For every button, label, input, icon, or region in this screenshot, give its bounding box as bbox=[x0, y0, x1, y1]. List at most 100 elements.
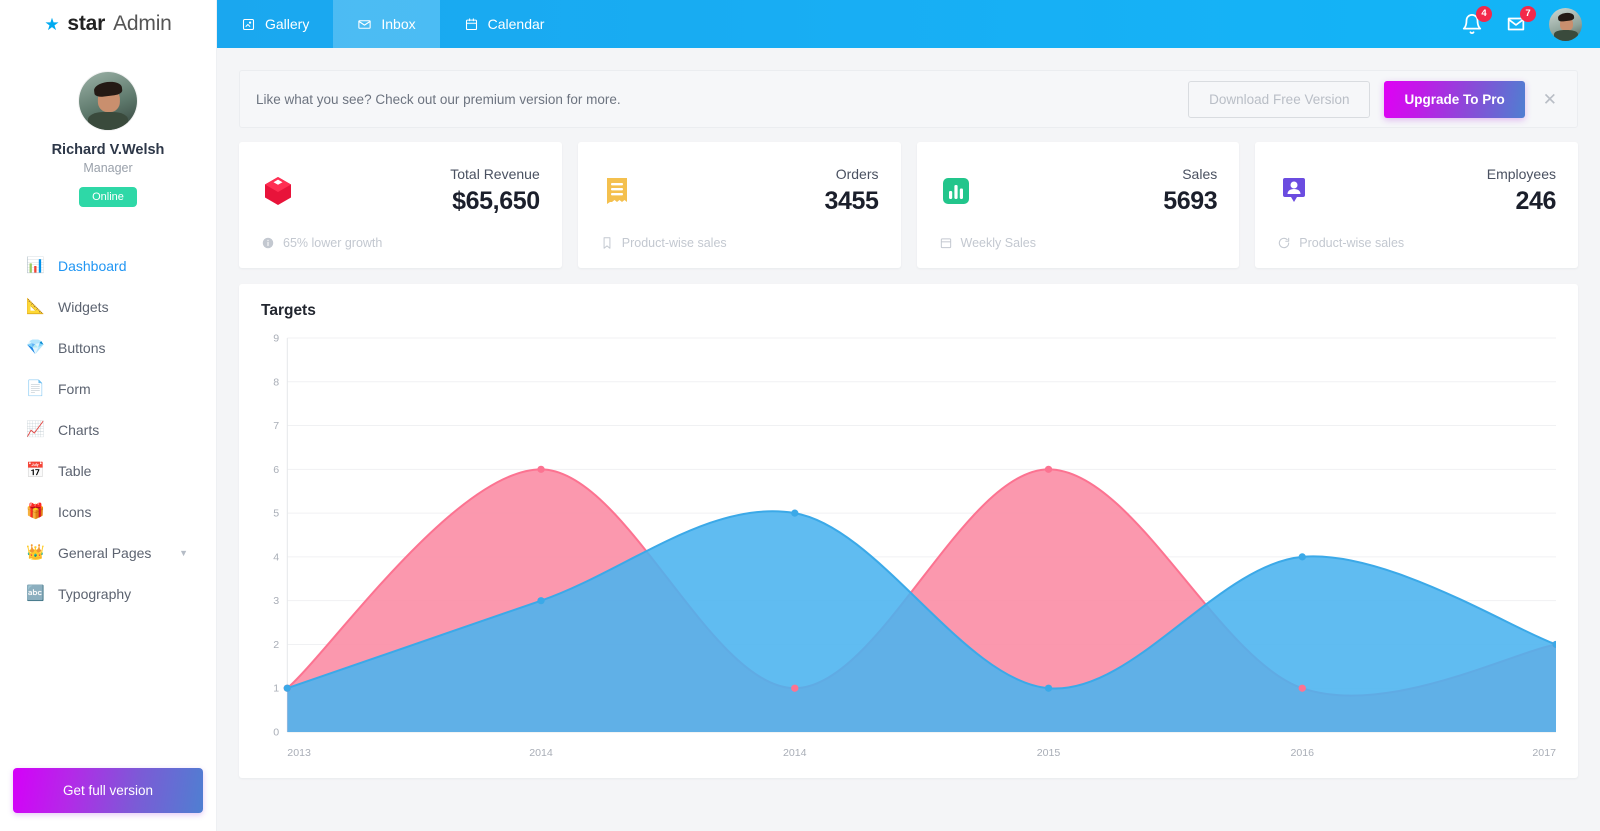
stat-card-top: Orders 3455 bbox=[600, 166, 879, 216]
targets-panel: Targets 0 1 2 3 4 5 6 7 8 9 2013 2014 2014 2015 2016 20… bbox=[239, 283, 1578, 778]
receipt-icon bbox=[606, 177, 627, 204]
chevron-down-icon[interactable]: ▼ bbox=[179, 548, 188, 558]
messages-badge: 7 bbox=[1520, 6, 1536, 22]
stat-card-footer-label: Product-wise sales bbox=[621, 235, 727, 250]
red-box-icon bbox=[265, 176, 291, 205]
stat-card-top: Employees 246 bbox=[1277, 166, 1556, 216]
star-icon: ★ bbox=[44, 14, 60, 34]
svg-text:2: 2 bbox=[273, 639, 279, 651]
stat-card-values: Sales 5693 bbox=[1163, 166, 1217, 216]
refresh-icon bbox=[1279, 237, 1290, 248]
svg-text:0: 0 bbox=[273, 726, 279, 738]
stat-card-value: 5693 bbox=[1163, 186, 1218, 215]
info-icon bbox=[262, 237, 274, 249]
sidebar-item-general-pages[interactable]: 👑 General Pages ▼ bbox=[0, 532, 216, 573]
stat-card-values: Orders 3455 bbox=[824, 166, 878, 216]
typography-icon: 🔤 bbox=[26, 585, 45, 602]
sidebar-item-dashboard[interactable]: 📊 Dashboard bbox=[0, 245, 216, 286]
targets-chart: 0 1 2 3 4 5 6 7 8 9 2013 2014 2014 2015 2016 2017 bbox=[261, 328, 1556, 768]
sidebar-item-typography[interactable]: 🔤 Typography bbox=[0, 573, 216, 614]
stat-card-label: Sales bbox=[1182, 166, 1218, 182]
notifications-button[interactable]: 4 bbox=[1461, 6, 1492, 35]
stat-card: Employees 246 Product-wise sales bbox=[1255, 142, 1578, 268]
user-avatar[interactable] bbox=[1549, 7, 1582, 41]
promo-banner-text: Like what you see? Check out our premium… bbox=[256, 91, 621, 107]
calendar-icon bbox=[940, 238, 951, 248]
get-full-version-button[interactable]: Get full version bbox=[13, 768, 203, 813]
stat-card: Sales 5693 Weekly Sales bbox=[916, 142, 1240, 268]
stat-card-value: 3455 bbox=[824, 186, 879, 215]
envelope-icon bbox=[358, 19, 372, 29]
tab-label: Gallery bbox=[265, 16, 310, 32]
svg-text:1: 1 bbox=[273, 683, 279, 695]
stat-card-label: Total Revenue bbox=[450, 166, 540, 182]
download-free-version-button[interactable]: Download Free Version bbox=[1188, 80, 1371, 118]
stat-card-footer-label: 65% lower growth bbox=[283, 235, 383, 250]
close-icon[interactable]: ✕ bbox=[1539, 91, 1561, 108]
main-area: Gallery Inbox Calendar 4 7 Like what you… bbox=[217, 0, 1600, 831]
profile-name: Richard V.Welsh bbox=[51, 142, 165, 158]
receipt-icon bbox=[600, 174, 634, 208]
sidebar-item-form[interactable]: 📄 Form bbox=[0, 368, 216, 409]
bar-chart-icon bbox=[942, 177, 969, 204]
tab-inbox[interactable]: Inbox bbox=[333, 0, 440, 48]
tab-calendar[interactable]: Calendar bbox=[440, 0, 569, 48]
form-icon: 📄 bbox=[26, 380, 45, 397]
dashboard-icon: 📊 bbox=[26, 257, 45, 274]
stat-card-label: Orders bbox=[835, 166, 879, 182]
sidebar-item-label: Buttons bbox=[58, 339, 106, 356]
stat-card: Total Revenue $65,650 65% lower growth bbox=[239, 142, 562, 268]
top-navbar: Gallery Inbox Calendar 4 7 bbox=[217, 0, 1600, 48]
sidebar-item-widgets[interactable]: 📐 Widgets bbox=[0, 286, 216, 327]
tab-gallery[interactable]: Gallery bbox=[217, 0, 333, 48]
svg-text:5: 5 bbox=[273, 507, 279, 519]
stat-card-values: Employees 246 bbox=[1486, 166, 1557, 216]
svg-text:6: 6 bbox=[273, 464, 279, 476]
brand-name-bold: star bbox=[67, 12, 106, 35]
svg-text:4: 4 bbox=[273, 551, 279, 563]
svg-text:2017: 2017 bbox=[1532, 747, 1556, 759]
svg-text:2015: 2015 bbox=[1037, 747, 1061, 759]
sidebar-item-label: Icons bbox=[58, 503, 92, 520]
person-pin-icon bbox=[1277, 174, 1311, 208]
sidebar: ★ star Admin Richard V.Welsh Manager Onli… bbox=[0, 0, 217, 831]
svg-text:3: 3 bbox=[273, 595, 279, 607]
promo-banner-actions: Download Free Version Upgrade To Pro ✕ bbox=[1188, 80, 1561, 118]
sidebar-profile: Richard V.Welsh Manager Online bbox=[0, 48, 216, 217]
notifications-badge: 4 bbox=[1476, 6, 1492, 22]
sidebar-item-buttons[interactable]: 💎 Buttons bbox=[0, 327, 216, 368]
brand-logo[interactable]: ★ star Admin bbox=[0, 0, 216, 48]
stat-card-value: $65,650 bbox=[452, 186, 540, 215]
crown-icon: 👑 bbox=[26, 544, 45, 561]
stat-card-footer-label: Product-wise sales bbox=[1299, 235, 1405, 250]
charts-icon: 📈 bbox=[26, 421, 45, 438]
sidebar-item-table[interactable]: 📅 Table bbox=[0, 450, 216, 491]
messages-button[interactable]: 7 bbox=[1505, 6, 1536, 35]
bookmark-icon bbox=[603, 237, 611, 249]
person-pin-icon bbox=[1283, 177, 1306, 202]
brand-name-light: Admin bbox=[113, 12, 172, 35]
svg-text:2014: 2014 bbox=[783, 747, 807, 759]
profile-avatar[interactable] bbox=[79, 72, 137, 130]
tab-label: Inbox bbox=[381, 16, 416, 32]
sidebar-item-charts[interactable]: 📈 Charts bbox=[0, 409, 216, 450]
stat-card-label: Employees bbox=[1486, 166, 1556, 182]
sidebar-item-label: Typography bbox=[58, 585, 132, 602]
sidebar-item-label: Dashboard bbox=[58, 257, 127, 274]
svg-text:2013: 2013 bbox=[287, 747, 311, 759]
promo-banner: Like what you see? Check out our premium… bbox=[239, 70, 1578, 128]
svg-text:9: 9 bbox=[273, 332, 279, 344]
sidebar-item-label: Table bbox=[58, 462, 92, 479]
buttons-icon: 💎 bbox=[26, 339, 45, 356]
upgrade-to-pro-button[interactable]: Upgrade To Pro bbox=[1384, 80, 1525, 118]
sidebar-item-icons[interactable]: 🎁 Icons bbox=[0, 491, 216, 532]
sidebar-item-label: Charts bbox=[58, 421, 100, 438]
topbar-right-actions: 4 7 bbox=[1461, 0, 1600, 48]
sidebar-nav: 📊 Dashboard 📐 Widgets 💎 Buttons 📄 Form 📈 Charts 📅 T… bbox=[0, 245, 216, 752]
svg-text:7: 7 bbox=[273, 420, 279, 432]
status-badge: Online bbox=[79, 187, 137, 207]
stat-card: Orders 3455 Product-wise sales bbox=[577, 142, 901, 268]
stat-card-footer: Product-wise sales bbox=[600, 236, 879, 250]
gift-icon: 🎁 bbox=[26, 503, 45, 520]
stat-card-top: Total Revenue $65,650 bbox=[261, 166, 540, 216]
